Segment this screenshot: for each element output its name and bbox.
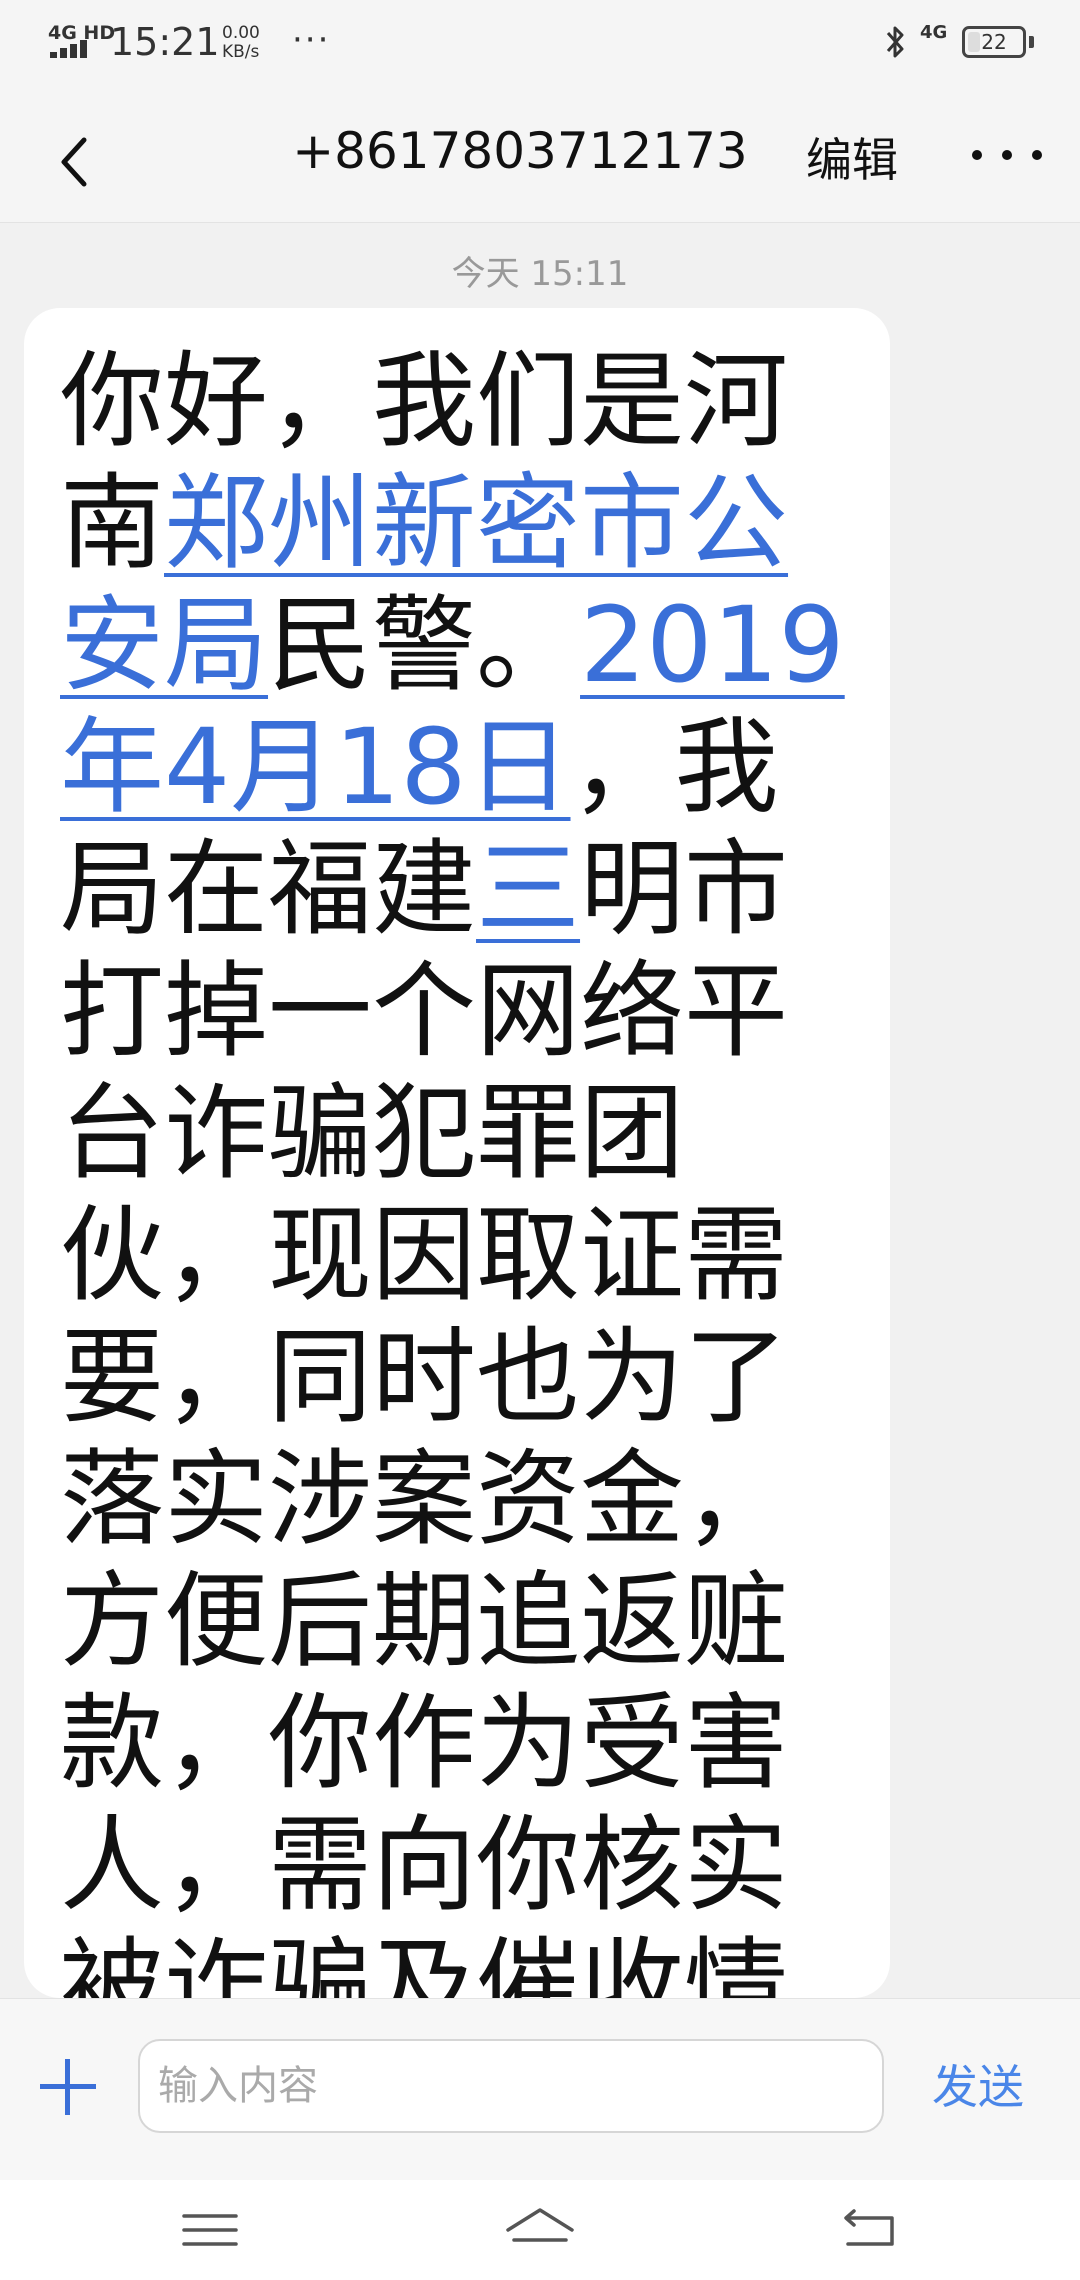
battery-icon: 22 [962,26,1026,58]
contact-number: +8617803712173 [292,122,748,180]
edit-button[interactable]: 编辑 [806,124,898,190]
speed-unit: KB/s [222,42,260,62]
message-text: 你好，我们是河南郑州新密市公安局民警。2019年4月18日，我局在福建三明市打掉… [60,340,860,1998]
more-options-button[interactable] [964,120,1050,190]
chevron-left-icon [61,137,87,187]
back-arrow-icon [844,2209,894,2246]
signal-icon [50,40,96,58]
compose-bar: 发送 [0,1998,1080,2181]
status-time: 15:21 [110,20,220,64]
home-icon [506,2208,574,2242]
system-nav-bar [0,2180,1080,2280]
conversation-header: +8617803712173 编辑 [0,90,1080,223]
message-text-part: 明市打掉一个网络平台诈骗犯罪团伙，现因取证需要，同时也为了落实涉案资金，方便后期… [60,828,789,1998]
send-button[interactable]: 发送 [932,2051,1024,2117]
back-button[interactable] [48,118,108,198]
message-timestamp: 今天 15:11 [451,254,629,294]
status-bar: 4G HD 15:21 0.00 KB/s ··· 4G 22 [0,0,1080,90]
message-text-part: 民警。 [268,584,581,706]
menu-icon [182,2214,238,2246]
message-link-place[interactable]: 三 [476,828,580,950]
battery-tip [1029,36,1034,48]
network-speed: 0.00 KB/s [222,24,260,62]
notification-more: ··· [292,20,331,60]
add-attachment-button[interactable] [40,2059,96,2115]
nav-menu-button[interactable] [170,2200,250,2260]
bluetooth-icon [886,26,904,58]
nav-home-button[interactable] [500,2200,580,2260]
battery-level: 22 [981,30,1007,54]
mobile-data-icon: 4G [920,22,948,43]
speed-value: 0.00 [222,23,260,43]
message-bubble[interactable]: 你好，我们是河南郑州新密市公安局民警。2019年4月18日，我局在福建三明市打掉… [24,308,890,1998]
nav-back-button[interactable] [830,2200,910,2260]
message-input[interactable] [138,2039,884,2133]
